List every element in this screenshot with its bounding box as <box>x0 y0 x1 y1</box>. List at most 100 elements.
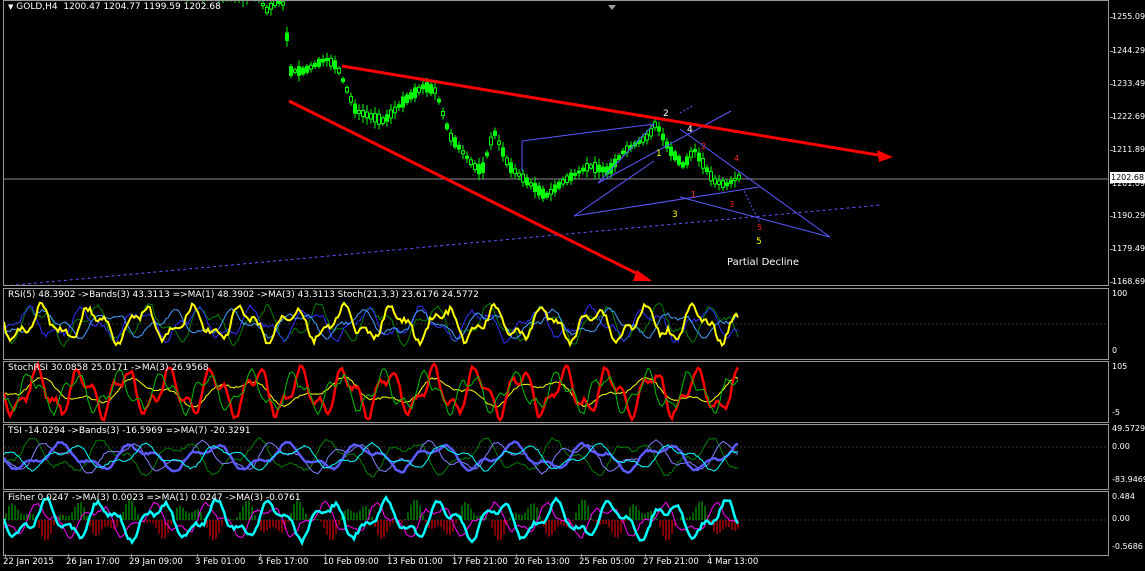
candle-body <box>693 149 697 153</box>
wave-label-5: 5 <box>756 237 762 247</box>
candle-body <box>421 84 425 90</box>
candle-body <box>385 114 389 122</box>
candle-body <box>565 175 569 183</box>
time-label: 20 Feb 13:00 <box>514 557 570 567</box>
wave-label-4: 4 <box>687 125 693 135</box>
candle-body <box>293 69 297 73</box>
time-label: 22 Jan 2015 <box>3 557 54 567</box>
tsi-scale-top: 49.5729 <box>1112 424 1145 433</box>
oscillator-line <box>4 500 739 540</box>
candle-body <box>481 162 485 173</box>
candle-body <box>557 181 561 189</box>
candle-body <box>541 188 545 199</box>
time-label: 13 Feb 01:00 <box>387 557 443 567</box>
candle-body <box>657 126 661 132</box>
candle-body <box>453 137 457 148</box>
candle-body <box>493 130 497 136</box>
candle-body <box>681 162 685 168</box>
candle-body <box>289 66 293 76</box>
candle-body <box>277 1 281 4</box>
candle-body <box>569 172 573 181</box>
candle-body <box>521 173 525 183</box>
candle-body <box>717 180 721 185</box>
ohlc-values: 1200.47 1204.77 1199.59 1202.68 <box>63 2 221 12</box>
stochrsi-scale-top: 105 <box>1112 362 1128 371</box>
subwave-label-3: 3 <box>729 200 735 209</box>
partial-decline-label: Partial Decline <box>727 257 800 268</box>
time-label: 27 Feb 21:00 <box>643 557 699 567</box>
menu-triangle-icon[interactable]: ▼ <box>8 3 13 11</box>
candle-body <box>737 174 741 180</box>
candle-body <box>709 171 713 182</box>
tsi-scale-bottom: -83.9469 <box>1112 475 1145 484</box>
candle-body <box>317 58 321 67</box>
fisher-indicator-pane[interactable]: Fisher 0.0247 ->MA(3) 0.0023 =>MA(1) 0.0… <box>3 491 1109 556</box>
fisher-scale-bottom: -0.5686 <box>1112 542 1143 551</box>
candle-body <box>677 155 681 165</box>
stochrsi-title: StochRSI 30.0858 25.0171 ->MA(3) 26.9568 <box>8 363 209 373</box>
price-chart-pane[interactable]: ▼ GOLD,H4 1200.47 1204.77 1199.59 1202.6… <box>3 0 1109 286</box>
candle-body <box>329 57 333 67</box>
price-chart-canvas[interactable] <box>4 1 1108 285</box>
oscillator-line <box>4 440 739 474</box>
upper-trendline <box>341 64 885 158</box>
candle-body <box>305 65 309 73</box>
tsi-indicator-pane[interactable]: TSI -14.0294 ->Bands(3) -16.5969 =>MA(7)… <box>3 424 1109 490</box>
candle-body <box>653 121 657 129</box>
time-label: 10 Feb 09:00 <box>323 557 379 567</box>
candle-body <box>621 150 625 155</box>
candle-body <box>501 147 505 157</box>
candle-body <box>313 62 317 68</box>
candle-body <box>729 180 733 184</box>
price-tick: 1222.69 <box>1112 112 1145 121</box>
fisher-scale: 0.484 0.00 -0.5686 <box>1110 491 1145 554</box>
candle-body <box>597 164 601 173</box>
candle-body <box>725 182 729 187</box>
candle-body <box>441 110 445 117</box>
candle-body <box>405 94 409 103</box>
candle-body <box>261 3 265 7</box>
candle-body <box>429 84 433 94</box>
fisher-scale-top: 0.484 <box>1112 492 1135 501</box>
candle-body <box>477 164 481 175</box>
candle-body <box>689 150 693 158</box>
candle-body <box>409 92 413 100</box>
price-tick: 1168.69 <box>1112 277 1145 286</box>
rsi-scale: 100 0 <box>1110 288 1145 358</box>
subwave-label-1: 1 <box>691 190 697 199</box>
candle-body <box>457 144 461 150</box>
candle-body <box>369 113 373 120</box>
rsi-indicator-pane[interactable]: RSI(5) 48.3902 ->Bands(3) 43.3113 =>MA(1… <box>3 288 1109 360</box>
candle-body <box>645 133 649 141</box>
red-trendlines <box>288 64 893 281</box>
candle-body <box>649 128 653 137</box>
price-scale[interactable]: 1255.09 1244.29 1233.49 1222.69 1211.89 … <box>1110 0 1145 286</box>
candle-body <box>685 156 689 166</box>
wave-label-3: 3 <box>672 210 678 220</box>
candle-body <box>721 180 725 188</box>
candle-body <box>669 146 673 156</box>
dashed-support-line <box>9 204 882 285</box>
time-label: 26 Jan 17:00 <box>66 557 120 567</box>
candle-body <box>461 150 465 155</box>
candle-body <box>465 155 469 159</box>
candle-body <box>469 159 473 166</box>
candle-body <box>537 185 541 196</box>
candle-body <box>489 136 493 146</box>
candle-body <box>601 166 605 173</box>
rsi-scale-bottom: 0 <box>1112 346 1118 355</box>
candle-body <box>345 86 349 93</box>
wave-label-2: 2 <box>663 109 669 119</box>
candle-body <box>553 184 557 193</box>
candle-body <box>573 172 577 176</box>
candle-body <box>701 158 705 169</box>
time-axis[interactable]: 22 Jan 2015 26 Jan 17:00 29 Jan 09:00 3 … <box>0 554 1145 571</box>
lower-trendline <box>288 99 645 279</box>
candle-body <box>321 58 325 63</box>
stochrsi-scale: 105 -5 <box>1110 361 1145 421</box>
subwave-label-4: 4 <box>734 154 740 163</box>
price-tick: 1255.09 <box>1112 12 1145 21</box>
time-label: 25 Feb 05:00 <box>579 557 635 567</box>
candle-body <box>297 66 301 76</box>
stochrsi-indicator-pane[interactable]: StochRSI 30.0858 25.0171 ->MA(3) 26.9568 <box>3 361 1109 423</box>
